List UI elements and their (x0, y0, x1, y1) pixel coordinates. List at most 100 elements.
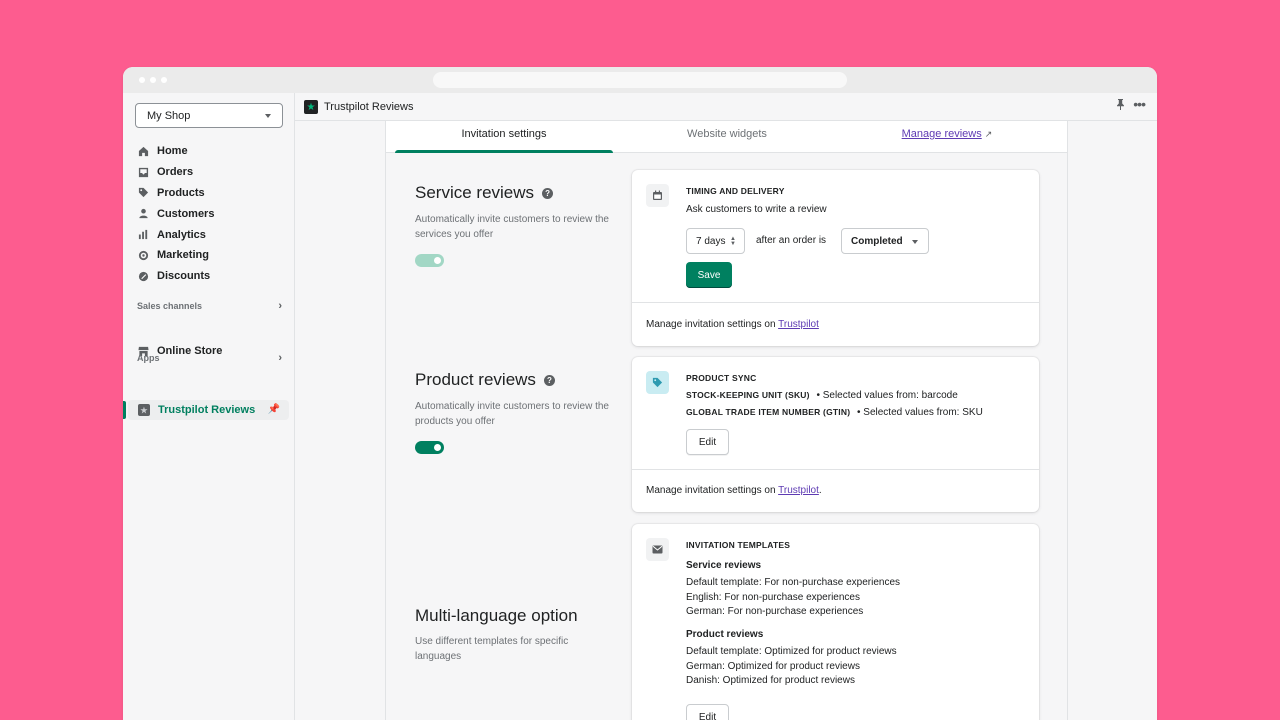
nav-label: Products (157, 186, 205, 199)
card-heading: PRODUCT SYNC (686, 373, 757, 383)
sku-line: STOCK-KEEPING UNIT (SKU) • Selected valu… (686, 390, 958, 401)
service-reviews-desc: Automatically invite customers to review… (415, 214, 609, 240)
nav-item-analytics[interactable]: Analytics (137, 224, 287, 245)
product-reviews-desc: Automatically invite customers to review… (415, 401, 609, 427)
shop-name: My Shop (147, 110, 191, 122)
nav-label: Customers (157, 207, 215, 220)
days-select[interactable]: 7 days ▲ ▼ (686, 228, 745, 254)
multilang-desc: Use different templates for specific lan… (415, 636, 569, 662)
footer-text: Manage invitation settings on Trustpilot (646, 319, 819, 330)
main-nav: Home Orders Products Customers Analytics… (137, 141, 287, 287)
help-icon[interactable]: ? (543, 374, 555, 386)
sidebar: My Shop Home Orders Products Customers A… (123, 93, 295, 720)
template-line: English: For non-purchase experiences (686, 591, 860, 603)
edit-sync-button[interactable]: Edit (686, 429, 729, 455)
shop-selector[interactable]: My Shop (135, 103, 283, 128)
active-indicator (123, 401, 126, 419)
nav-label: Home (157, 145, 188, 158)
trustpilot-link[interactable]: Trustpilot (778, 319, 819, 330)
chevron-right-icon: › (278, 300, 282, 312)
nav-item-discounts[interactable]: Discounts (137, 266, 287, 287)
sales-channels-heading[interactable]: Sales channels › (137, 300, 282, 312)
invitation-templates-card: INVITATION TEMPLATES Service reviews Def… (632, 524, 1039, 720)
card-heading: INVITATION TEMPLATES (686, 540, 791, 550)
product-reviews-toggle[interactable] (415, 441, 444, 454)
sku-label: STOCK-KEEPING UNIT (SKU) (686, 390, 810, 400)
window-titlebar (123, 67, 1157, 93)
footer-prefix: Manage invitation settings on (646, 319, 779, 330)
nav-item-products[interactable]: Products (137, 183, 287, 204)
gtin-label: GLOBAL TRADE ITEM NUMBER (GTIN) (686, 407, 851, 417)
main-content: Invitation settings Website widgets Mana… (385, 121, 1068, 720)
product-sync-card: PRODUCT SYNC STOCK-KEEPING UNIT (SKU) • … (632, 357, 1039, 512)
template-line: Danish: Optimized for product reviews (686, 675, 855, 686)
pin-icon[interactable]: 📌 (268, 404, 280, 415)
stepper-icon: ▲ ▼ (730, 236, 736, 247)
window-controls[interactable] (139, 77, 167, 83)
template-line: German: Optimized for product reviews (686, 660, 860, 672)
target-icon (137, 249, 149, 261)
tag-icon (646, 371, 669, 394)
nav-item-trustpilot[interactable]: ★ Trustpilot Reviews 📌 (128, 400, 289, 420)
home-icon (137, 145, 149, 157)
status-value: Completed (851, 235, 903, 247)
tag-icon (137, 187, 149, 199)
service-templates-title: Service reviews (686, 560, 762, 571)
caret-down-icon (912, 240, 918, 244)
nav-label: Discounts (157, 270, 211, 283)
card-footer: Manage invitation settings on Trustpilot (632, 302, 1039, 346)
app-title: Trustpilot Reviews (324, 101, 414, 113)
nav-item-orders[interactable]: Orders (137, 162, 287, 183)
address-bar[interactable] (433, 72, 847, 88)
apps-heading[interactable]: Apps › (137, 352, 282, 364)
tab-invitation-settings[interactable]: Invitation settings (395, 128, 613, 140)
help-icon[interactable]: ? (542, 187, 554, 199)
caret-down-icon (265, 114, 271, 118)
nav-item-marketing[interactable]: Marketing (137, 245, 287, 266)
card-heading: TIMING AND DELIVERY (686, 186, 785, 196)
product-reviews-title: Product reviews ? (415, 370, 555, 390)
edit-templates-button[interactable]: Edit (686, 704, 729, 720)
nav-item-home[interactable]: Home (137, 141, 287, 162)
nav-item-customers[interactable]: Customers (137, 203, 287, 224)
order-status-select[interactable]: Completed (841, 228, 929, 254)
nav-label: Marketing (157, 249, 209, 262)
footer-text: Manage invitation settings on Trustpilot… (646, 485, 822, 496)
service-reviews-title: Service reviews ? (415, 183, 554, 203)
pin-icon[interactable] (1116, 99, 1125, 113)
trustpilot-nav-label: Trustpilot Reviews (158, 404, 256, 416)
calendar-icon (646, 184, 669, 207)
more-actions-icon[interactable]: ••• (1133, 96, 1146, 112)
footer-prefix: Manage invitation settings on (646, 485, 779, 496)
product-title-text: Product reviews (415, 370, 536, 389)
app-topbar: ★ Trustpilot Reviews ••• (295, 93, 1157, 121)
external-link-icon: ↗ (984, 129, 993, 139)
sku-value: • Selected values from: barcode (816, 390, 958, 401)
browser-window: My Shop Home Orders Products Customers A… (123, 67, 1157, 720)
template-line: Default template: For non-purchase exper… (686, 577, 901, 588)
service-title-text: Service reviews (415, 183, 535, 202)
tab-website-widgets[interactable]: Website widgets (618, 128, 836, 140)
multilang-title: Multi-language option (415, 606, 578, 625)
active-tab-underline (395, 150, 613, 153)
manage-reviews-link[interactable]: Manage reviews (902, 128, 982, 140)
envelope-icon (646, 538, 669, 561)
trustpilot-link[interactable]: Trustpilot (778, 485, 819, 496)
sales-channels-label: Sales channels (137, 301, 203, 311)
tab-bar: Invitation settings Website widgets Mana… (386, 121, 1067, 153)
gtin-value: • Selected values from: SKU (857, 407, 983, 418)
gtin-line: GLOBAL TRADE ITEM NUMBER (GTIN) • Select… (686, 407, 983, 418)
trustpilot-icon: ★ (138, 404, 150, 416)
trustpilot-logo-icon: ★ (304, 100, 318, 114)
discount-icon (137, 270, 149, 282)
orders-icon (137, 166, 149, 178)
card-subtitle: Ask customers to write a review (686, 204, 827, 215)
template-line: Default template: Optimized for product … (686, 646, 897, 657)
apps-label: Apps (137, 353, 160, 363)
after-order-text: after an order is (756, 235, 827, 246)
tab-manage-reviews[interactable]: Manage reviews ↗ (838, 128, 1056, 140)
save-button[interactable]: Save (686, 262, 732, 288)
service-reviews-toggle[interactable] (415, 254, 444, 267)
chevron-right-icon: › (278, 352, 282, 364)
template-line: German: For non-purchase experiences (686, 606, 864, 617)
